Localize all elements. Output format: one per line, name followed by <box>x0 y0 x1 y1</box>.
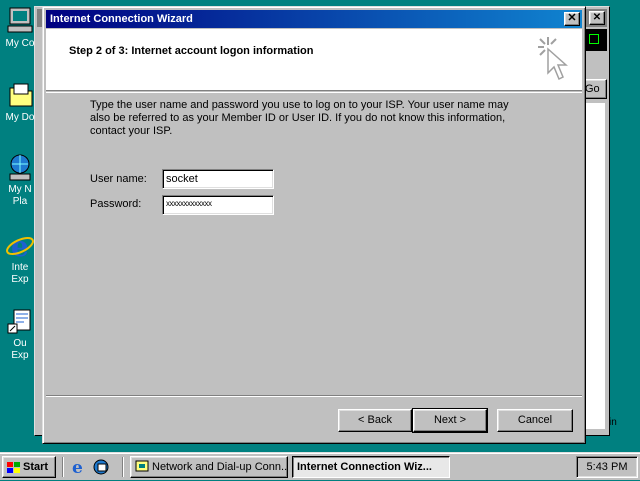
next-button[interactable]: Next > <box>412 408 488 433</box>
svg-text:e: e <box>11 230 29 260</box>
outlook-express-icon <box>4 306 36 336</box>
svg-text:e: e <box>72 458 83 476</box>
instructions-text: Type the user name and password you use … <box>90 99 509 137</box>
taskbar-item-network-dialup[interactable]: Network and Dial-up Conn... <box>130 456 288 478</box>
go-button[interactable]: Go <box>583 79 607 99</box>
computer-icon <box>4 6 36 36</box>
taskbar-separator <box>122 457 124 477</box>
network-icon <box>4 152 36 182</box>
internet-connection-wizard-dialog: Internet Connection Wizard ✕ Step 2 of 3… <box>42 6 586 444</box>
close-icon: ✕ <box>567 12 577 24</box>
wizard-title: Internet Connection Wizard <box>50 13 193 25</box>
taskbar: Start e Network and Dial-up Conn... Inte… <box>0 452 640 480</box>
background-partial-text: in <box>609 417 617 428</box>
background-close-button[interactable]: ✕ <box>589 11 605 25</box>
password-field[interactable]: xxxxxxxxxxxxx <box>162 195 274 215</box>
step-heading: Step 2 of 3: Internet account logon info… <box>69 45 314 57</box>
system-tray: 5:43 PM <box>576 456 638 478</box>
footer-divider-highlight <box>46 396 582 397</box>
windows-flag-icon <box>7 461 21 473</box>
password-label: Password: <box>90 198 142 210</box>
windows-logo-icon <box>589 34 599 44</box>
back-button[interactable]: < Back <box>338 409 412 432</box>
username-label: User name: <box>90 173 147 185</box>
ie-icon: e <box>4 230 36 263</box>
background-window-content <box>583 103 605 429</box>
start-label: Start <box>23 461 49 473</box>
cancel-button[interactable]: Cancel <box>497 409 573 432</box>
wizard-titlebar[interactable]: Internet Connection Wizard ✕ <box>46 10 582 28</box>
folder-icon <box>4 80 36 110</box>
task-label: Internet Connection Wiz... <box>297 461 432 473</box>
taskbar-item-internet-connection-wizard[interactable]: Internet Connection Wiz... <box>292 456 450 478</box>
start-button[interactable]: Start <box>2 456 56 478</box>
network-folder-icon <box>135 460 149 472</box>
wizard-cursor-icon <box>534 35 574 88</box>
task-label: Network and Dial-up Conn... <box>152 461 288 473</box>
ie-quicklaunch-icon[interactable]: e <box>70 458 88 478</box>
header-divider <box>46 92 582 93</box>
username-field[interactable]: socket <box>162 169 274 189</box>
background-toolbar-logo <box>583 29 607 51</box>
outlook-quicklaunch-icon[interactable] <box>92 458 110 476</box>
clock[interactable]: 5:43 PM <box>587 461 628 473</box>
close-button[interactable]: ✕ <box>564 12 580 26</box>
wizard-header: Step 2 of 3: Internet account logon info… <box>46 29 582 91</box>
taskbar-separator <box>62 457 64 477</box>
